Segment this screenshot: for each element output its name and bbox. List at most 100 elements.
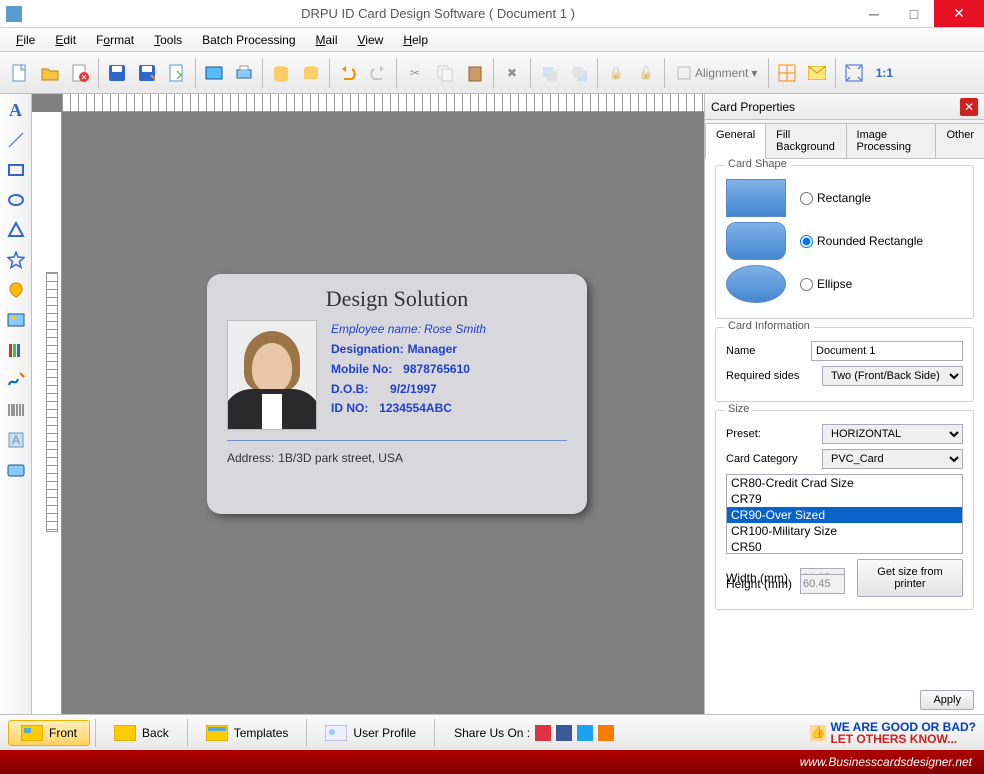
shape-tool-icon[interactable]: [4, 278, 28, 302]
data-icon[interactable]: [267, 59, 295, 87]
menu-edit[interactable]: Edit: [47, 30, 84, 50]
designation[interactable]: Designation: Manager: [331, 338, 567, 359]
cut-icon[interactable]: ✂: [401, 59, 429, 87]
category-select[interactable]: PVC_Card: [822, 449, 963, 469]
save-icon[interactable]: [103, 59, 131, 87]
front-tab[interactable]: Front: [8, 720, 90, 746]
wizard-icon[interactable]: [200, 59, 228, 87]
grid-icon[interactable]: [773, 59, 801, 87]
actual-icon[interactable]: 1:1: [870, 59, 898, 87]
menu-file[interactable]: File: [8, 30, 43, 50]
promo-banner[interactable]: 👍 WE ARE GOOD OR BAD? LET OTHERS KNOW...: [810, 721, 976, 745]
shape-ellipse-preview[interactable]: [726, 265, 786, 303]
redo-icon[interactable]: [364, 59, 392, 87]
get-size-button[interactable]: Get size from printer: [857, 559, 963, 597]
new-icon[interactable]: [6, 59, 34, 87]
menu-tools[interactable]: Tools: [146, 30, 190, 50]
mobile[interactable]: Mobile No: 9878765610: [331, 359, 567, 379]
shape-rrect-preview[interactable]: [726, 222, 786, 260]
star-tool-icon[interactable]: [4, 248, 28, 272]
line-tool-icon[interactable]: [4, 128, 28, 152]
gplus-icon[interactable]: [535, 725, 551, 741]
sides-select[interactable]: Two (Front/Back Side): [822, 366, 963, 386]
radio-ellipse[interactable]: Ellipse: [800, 277, 852, 291]
id-no[interactable]: ID NO: 1234554ABC: [331, 398, 567, 418]
maximize-button[interactable]: □: [894, 0, 934, 27]
info-legend: Card Information: [724, 320, 814, 332]
templates-button[interactable]: Templates: [193, 720, 302, 746]
copy-icon[interactable]: [431, 59, 459, 87]
list-item[interactable]: CR79: [727, 491, 962, 507]
sign-tool-icon[interactable]: [4, 368, 28, 392]
print-icon[interactable]: [230, 59, 258, 87]
back-tab[interactable]: Back: [101, 720, 182, 746]
twitter-icon[interactable]: [577, 725, 593, 741]
back-icon[interactable]: [565, 59, 593, 87]
height-input[interactable]: [800, 574, 845, 594]
unlock-icon[interactable]: 🔓: [632, 59, 660, 87]
menu-help[interactable]: Help: [395, 30, 436, 50]
alignment-button[interactable]: Alignment ▾: [669, 59, 764, 87]
size-list[interactable]: CR80-Credit Crad Size CR79 CR90-Over Siz…: [726, 474, 963, 554]
barcode-tool-icon[interactable]: [4, 398, 28, 422]
ellipse-tool-icon[interactable]: [4, 188, 28, 212]
rect-tool-icon[interactable]: [4, 158, 28, 182]
menu-format[interactable]: Format: [88, 30, 142, 50]
menu-batch[interactable]: Batch Processing: [194, 30, 303, 50]
id-card[interactable]: Design Solution Employee name: Rose Smit…: [207, 274, 587, 514]
minimize-button[interactable]: ─: [854, 0, 894, 27]
list-item[interactable]: CR100-Military Size: [727, 523, 962, 539]
emp-name[interactable]: Employee name: Rose Smith: [331, 320, 567, 338]
open-icon[interactable]: [36, 59, 64, 87]
list-item[interactable]: CR90-Over Sized: [727, 507, 962, 523]
card-divider: [227, 440, 567, 441]
profile-button[interactable]: User Profile: [312, 720, 429, 746]
card-photo[interactable]: [227, 320, 317, 430]
list-item[interactable]: CR80-Credit Crad Size: [727, 475, 962, 491]
size-legend: Size: [724, 403, 753, 415]
dob[interactable]: D.O.B: 9/2/1997: [331, 379, 567, 399]
front-icon[interactable]: [535, 59, 563, 87]
address[interactable]: Address: 1B/3D park street, USA: [227, 449, 567, 465]
saveas-icon[interactable]: [133, 59, 161, 87]
mail-icon[interactable]: [803, 59, 831, 87]
props-title: Card Properties: [711, 100, 795, 114]
blogger-icon[interactable]: [598, 725, 614, 741]
lock-icon[interactable]: 🔒: [602, 59, 630, 87]
undo-icon[interactable]: [334, 59, 362, 87]
radio-rectangle[interactable]: Rectangle: [800, 191, 871, 205]
menubar: File Edit Format Tools Batch Processing …: [0, 28, 984, 52]
image-tool-icon[interactable]: [4, 308, 28, 332]
menu-view[interactable]: View: [350, 30, 392, 50]
canvas[interactable]: Design Solution Employee name: Rose Smit…: [32, 94, 704, 714]
tab-other[interactable]: Other: [935, 123, 984, 158]
del-icon[interactable]: ✖: [498, 59, 526, 87]
sides-label: Required sides: [726, 370, 816, 382]
close-button[interactable]: ✕: [934, 0, 984, 27]
facebook-icon[interactable]: [556, 725, 572, 741]
tab-image[interactable]: Image Processing: [846, 123, 937, 158]
paste-icon[interactable]: [461, 59, 489, 87]
export-icon[interactable]: [163, 59, 191, 87]
menu-mail[interactable]: Mail: [308, 30, 346, 50]
height-label: Height (mm): [726, 577, 794, 591]
card-tool-icon[interactable]: [4, 458, 28, 482]
watermark-tool-icon[interactable]: A: [4, 428, 28, 452]
fit-icon[interactable]: [840, 59, 868, 87]
preset-select[interactable]: HORIZONTAL: [822, 424, 963, 444]
triangle-tool-icon[interactable]: [4, 218, 28, 242]
props-close-icon[interactable]: ✕: [960, 98, 978, 116]
text-tool-icon[interactable]: A: [4, 98, 28, 122]
apply-button[interactable]: Apply: [920, 690, 974, 710]
tab-fill[interactable]: Fill Background: [765, 123, 846, 158]
data2-icon[interactable]: [297, 59, 325, 87]
preset-label: Preset:: [726, 428, 816, 440]
library-tool-icon[interactable]: [4, 338, 28, 362]
card-title[interactable]: Design Solution: [227, 286, 567, 312]
name-input[interactable]: [811, 341, 963, 361]
shape-rect-preview[interactable]: [726, 179, 786, 217]
delete-file-icon[interactable]: [66, 59, 94, 87]
radio-rounded-rectangle[interactable]: Rounded Rectangle: [800, 234, 923, 248]
list-item[interactable]: CR50: [727, 539, 962, 554]
tab-general[interactable]: General: [705, 123, 766, 159]
